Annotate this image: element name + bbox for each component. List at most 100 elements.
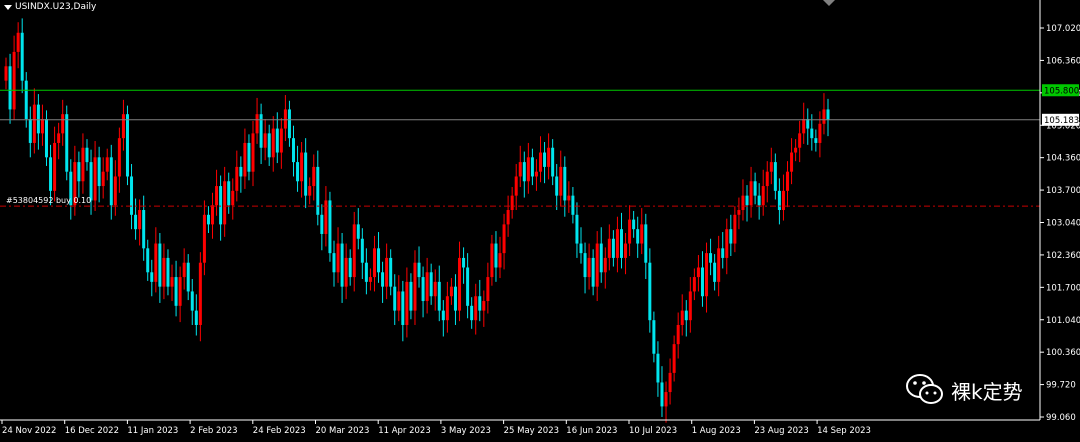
candle-body <box>174 277 178 306</box>
candle-body <box>579 243 583 254</box>
chart-title-text: USINDX.U23,Daily <box>15 2 97 12</box>
candle-body <box>85 147 89 163</box>
candle-body <box>251 133 255 172</box>
candle-body <box>12 51 16 110</box>
time-tick-label: 24 Nov 2022 <box>2 426 56 436</box>
candle-body <box>717 248 721 282</box>
candle-body <box>478 296 482 311</box>
candle-body <box>158 243 162 287</box>
candle-body <box>765 171 769 187</box>
candle-body <box>445 296 449 321</box>
candle-body <box>518 162 522 177</box>
candle-body <box>721 248 725 258</box>
candle-body <box>235 166 239 191</box>
candle-body <box>777 190 781 211</box>
time-tick-label: 25 May 2023 <box>504 426 559 436</box>
candle-body <box>745 195 749 206</box>
candle-body <box>389 257 393 287</box>
candle-body <box>773 162 777 191</box>
candle-body <box>567 195 571 201</box>
candle-body <box>57 133 61 143</box>
candle-body <box>130 176 134 215</box>
candle-body <box>231 190 235 206</box>
candle-body <box>304 152 308 196</box>
candle-body <box>498 253 502 268</box>
candle-body <box>206 214 210 225</box>
candle-body <box>806 118 810 129</box>
candle-body <box>733 214 737 244</box>
candle-body <box>413 262 417 311</box>
candles-layer <box>4 18 830 423</box>
candle-body <box>810 128 814 139</box>
candle-body <box>433 281 437 297</box>
candle-body <box>587 257 591 278</box>
candle-body <box>814 138 818 143</box>
candle-body <box>121 114 125 139</box>
candle-body <box>360 238 364 263</box>
price-tick-label: 99.060 <box>1046 413 1076 423</box>
candle-body <box>190 291 194 311</box>
candle-body <box>571 195 575 215</box>
candle-body <box>486 277 490 302</box>
candle-body <box>162 257 166 287</box>
candle-body <box>271 128 275 158</box>
time-tick-label: 11 Apr 2023 <box>378 426 431 436</box>
candle-body <box>401 291 405 325</box>
time-tick-label: 2 Feb 2023 <box>190 426 238 436</box>
candle-body <box>28 118 32 143</box>
time-tick-label: 10 Jul 2023 <box>629 426 677 436</box>
candle-body <box>709 253 713 263</box>
candle-body <box>781 190 785 211</box>
candle-body <box>482 301 486 311</box>
price-tick-label: 101.040 <box>1046 316 1080 326</box>
candle-body <box>287 109 291 139</box>
candle-body <box>223 181 227 225</box>
candle-body <box>648 262 652 321</box>
candle-body <box>664 392 668 407</box>
candle-body <box>170 277 174 287</box>
candle-body <box>619 229 623 258</box>
candle-body <box>644 224 648 263</box>
dropdown-arrow-icon[interactable] <box>4 4 12 10</box>
price-tick-label: 104.360 <box>1046 154 1080 164</box>
candle-body <box>530 157 534 177</box>
candle-body <box>332 253 336 273</box>
candle-body <box>737 210 741 215</box>
price-axis: 107.020106.360105.680105.020104.360103.7… <box>1039 0 1080 423</box>
candle-body <box>356 224 360 239</box>
candle-body <box>243 142 247 177</box>
candle-body <box>798 133 802 148</box>
candle-body <box>385 257 389 287</box>
candle-body <box>142 210 146 249</box>
candle-body <box>53 142 57 191</box>
candle-body <box>381 272 385 287</box>
time-tick-label: 11 Jan 2023 <box>127 426 178 436</box>
candle-body <box>506 210 510 225</box>
watermark-text: 裸k定势 <box>951 379 1023 404</box>
candle-body <box>713 262 717 282</box>
candle-body <box>794 147 798 153</box>
candle-body <box>802 118 806 134</box>
candle-body <box>255 114 259 134</box>
candle-body <box>40 118 44 134</box>
candle-body <box>247 142 251 172</box>
candle-body <box>211 205 215 225</box>
candle-body <box>138 210 142 230</box>
candle-body <box>146 248 150 273</box>
candle-body <box>263 133 267 148</box>
candle-body <box>632 219 636 230</box>
candle-body <box>490 243 494 278</box>
candle-body <box>16 32 20 52</box>
candle-body <box>4 66 8 81</box>
order-label[interactable]: #53804592 buy 0.10 <box>6 196 91 205</box>
price-tick-label: 106.360 <box>1046 56 1080 66</box>
price-tick-label: 107.020 <box>1046 24 1080 34</box>
candle-body <box>312 166 316 187</box>
scroll-marker-icon[interactable] <box>823 0 835 6</box>
candle-body <box>182 262 186 278</box>
candle-body <box>705 253 709 297</box>
candle-body <box>259 114 263 148</box>
candle-body <box>688 291 692 321</box>
candle-body <box>336 243 340 273</box>
candle-body <box>437 281 441 311</box>
